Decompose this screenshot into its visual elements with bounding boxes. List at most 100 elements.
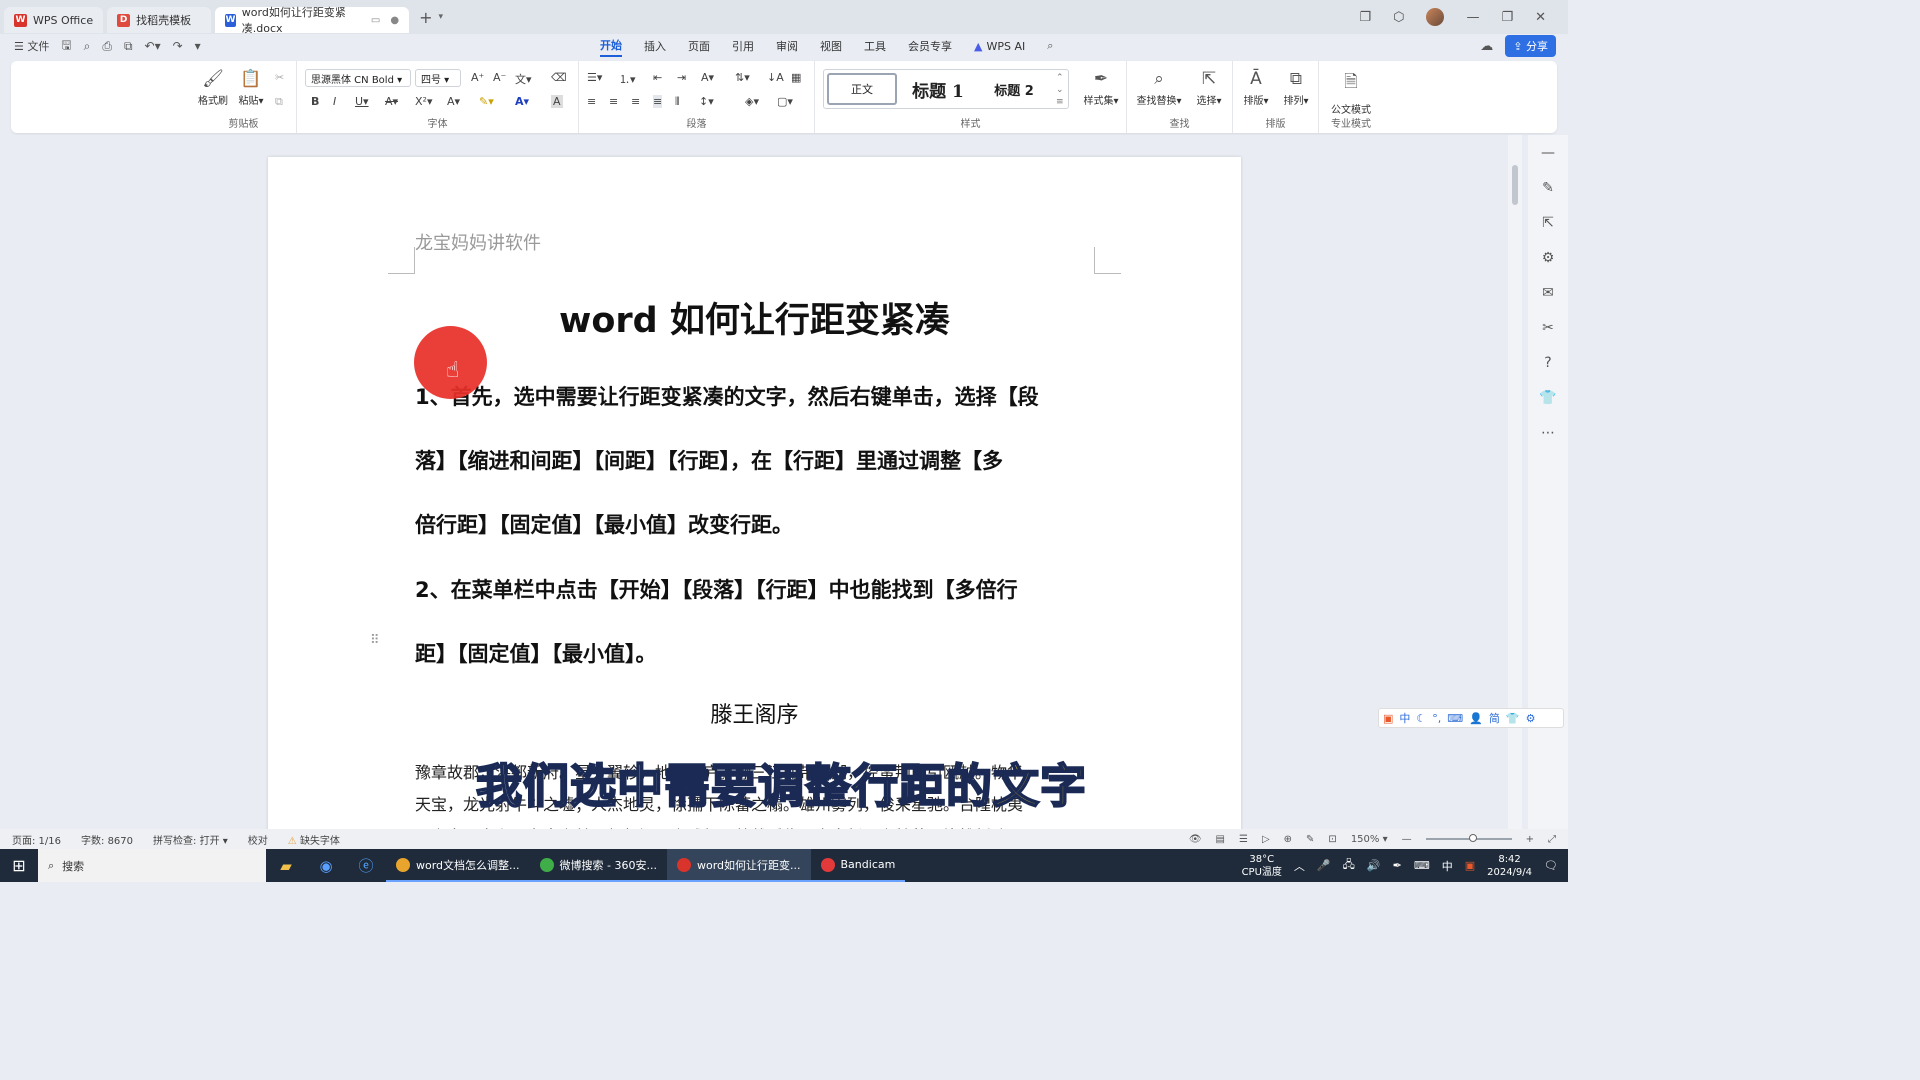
help-icon[interactable]: ? <box>1544 355 1551 371</box>
notification-icon[interactable]: 🗨 <box>1544 859 1558 872</box>
bold-icon[interactable]: B <box>311 95 319 108</box>
print-preview-icon[interactable]: ⧉ <box>124 39 133 54</box>
char-shading-icon[interactable]: A <box>551 95 563 108</box>
moon-icon[interactable]: ☾ <box>1416 712 1426 725</box>
collapse-icon[interactable]: — <box>1541 145 1555 161</box>
input-language[interactable]: 中 <box>1442 858 1453 874</box>
pen-icon[interactable]: ✎ <box>1542 180 1554 196</box>
spell-check-toggle[interactable]: 拼写检查: 打开 ▾ <box>153 832 228 847</box>
page-count[interactable]: 页面: 1/16 <box>12 832 61 847</box>
text-effect-icon[interactable]: A▾ <box>447 95 460 108</box>
style-scroll-icon[interactable]: ⌃ ⌄ ≡ <box>1056 72 1064 108</box>
bullet-list-icon[interactable]: ☰▾ <box>587 71 602 84</box>
page-header[interactable]: 龙宝妈妈讲软件 <box>415 229 541 255</box>
sort-az-icon[interactable]: ↓A <box>767 71 784 84</box>
play-icon[interactable]: ▷ <box>1262 834 1270 845</box>
align-center-icon[interactable]: ≡ <box>609 95 618 108</box>
text-direction-icon[interactable]: A▾ <box>701 71 714 84</box>
tab-member[interactable]: 会员专享 <box>908 36 952 56</box>
pen-tray-icon[interactable]: ✒ <box>1393 859 1402 872</box>
fit-page-icon[interactable]: ⊡ <box>1328 834 1336 845</box>
ime-simplified[interactable]: 简 <box>1489 710 1500 726</box>
wps-ai-button[interactable]: ▲ WPS AI <box>974 40 1025 53</box>
paste-button[interactable]: 📋 粘贴▾ <box>233 69 269 107</box>
tab-home[interactable]: 开始 <box>600 35 622 57</box>
find-replace-button[interactable]: ⌕ 查找替换▾ <box>1133 69 1185 107</box>
unsaved-dot-icon[interactable]: ● <box>390 15 399 26</box>
redo-icon[interactable]: ↷ <box>173 39 183 53</box>
borders-icon[interactable]: ▢▾ <box>777 95 793 108</box>
windows-start-icon[interactable]: ⊞ <box>0 856 38 875</box>
review-icon[interactable]: ✉ <box>1542 285 1554 301</box>
keyboard-icon[interactable]: ⌨ <box>1447 712 1463 725</box>
taskbar-app-browser[interactable]: word文档怎么调整... <box>386 849 530 882</box>
taskbar-search[interactable]: ⌕ 搜索 <box>38 849 266 882</box>
document-title[interactable]: word 如何让行距变紧凑 <box>268 292 1241 343</box>
justify-icon[interactable]: ≡ <box>653 95 663 108</box>
restore-icon[interactable]: ❐ <box>1501 10 1513 25</box>
browser-blue-icon[interactable]: ◉ <box>306 857 346 875</box>
quick-access-chevron-icon[interactable]: ▾ <box>195 39 201 53</box>
microphone-icon[interactable]: 🎤 <box>1317 859 1331 872</box>
file-explorer-icon[interactable]: ▰ <box>266 857 306 875</box>
italic-icon[interactable]: I <box>333 95 336 108</box>
page-view-icon[interactable]: ▤ <box>1216 834 1225 845</box>
window-layout-icon[interactable]: ❐ <box>1359 10 1371 25</box>
superscript-icon[interactable]: X²▾ <box>415 95 432 108</box>
strikethrough-icon[interactable]: A▾ <box>385 95 398 108</box>
tab-wps-office[interactable]: W WPS Office <box>4 7 104 33</box>
tab-insert[interactable]: 插入 <box>644 36 666 56</box>
numbered-list-icon[interactable]: ⒈▾ <box>619 71 636 87</box>
close-icon[interactable]: ✕ <box>1535 10 1546 25</box>
shading-icon[interactable]: ◈▾ <box>745 95 759 108</box>
word-count[interactable]: 字数: 8670 <box>81 832 133 847</box>
font-shrink-icon[interactable]: A⁻ <box>493 71 506 84</box>
tab-references[interactable]: 引用 <box>732 36 754 56</box>
copy-icon[interactable]: ⧉ <box>275 95 283 109</box>
zoom-slider-knob[interactable] <box>1468 834 1477 842</box>
select-button[interactable]: ⇱ 选择▾ <box>1189 69 1229 107</box>
scrollbar-thumb[interactable] <box>1512 165 1518 205</box>
line-spacing-icon[interactable]: ↕▾ <box>699 95 714 108</box>
zoom-level[interactable]: 150% ▾ <box>1351 834 1388 845</box>
font-size-select[interactable]: 四号 ▾ <box>415 69 461 87</box>
arrange-button[interactable]: ⧉ 排列▾ <box>1277 69 1315 107</box>
underline-icon[interactable]: U▾ <box>355 95 369 108</box>
font-name-select[interactable]: 思源黑体 CN Bold ▾ <box>305 69 411 87</box>
tab-page[interactable]: 页面 <box>688 36 710 56</box>
skin-icon[interactable]: 👕 <box>1506 712 1520 725</box>
ime-mode[interactable]: 中 <box>1399 710 1410 726</box>
align-right-icon[interactable]: ≡ <box>631 95 640 108</box>
save-icon[interactable]: 🖫 <box>61 36 71 57</box>
clear-format-icon[interactable]: ⌫ <box>551 71 567 84</box>
monitor-icon[interactable]: ▭ <box>371 15 380 26</box>
increase-indent-icon[interactable]: ⇥ <box>677 71 686 84</box>
format-painter-button[interactable]: 🖌 格式刷 <box>195 69 231 107</box>
distribute-icon[interactable]: ⫴ <box>675 95 680 109</box>
style-set-button[interactable]: ✒ 样式集▾ <box>1079 69 1123 107</box>
ie-browser-icon[interactable]: ⓔ <box>346 855 386 876</box>
decrease-indent-icon[interactable]: ⇤ <box>653 71 662 84</box>
select-pointer-icon[interactable]: ⇱ <box>1542 215 1554 231</box>
avatar[interactable] <box>1426 8 1445 26</box>
ime-settings-icon[interactable]: ⚙ <box>1526 712 1536 725</box>
write-icon[interactable]: ✎ <box>1306 834 1314 845</box>
sort-icon[interactable]: ⇅▾ <box>735 71 750 84</box>
minimize-icon[interactable]: — <box>1466 10 1479 25</box>
tab-tools[interactable]: 工具 <box>864 36 886 56</box>
undo-icon[interactable]: ↶▾ <box>145 39 161 53</box>
paragraph-2[interactable]: 2、在菜单栏中点击【开始】【段落】【行距】中也能找到【多倍行 距】【固定值】【最… <box>415 558 1105 686</box>
highlight-icon[interactable]: ✎▾ <box>479 95 494 108</box>
zoom-out-icon[interactable]: — <box>1402 834 1412 845</box>
font-grow-icon[interactable]: A⁺ <box>471 71 484 84</box>
file-menu-button[interactable]: ☰ 文件 <box>14 38 49 54</box>
share-button[interactable]: ⇪ 分享 <box>1505 35 1556 57</box>
punctuation-icon[interactable]: °, <box>1432 712 1441 725</box>
search-doc-icon[interactable]: ⌕ <box>84 39 91 54</box>
volume-icon[interactable]: 🔊 <box>1367 859 1381 872</box>
tray-chevron-icon[interactable]: ︿ <box>1294 858 1305 874</box>
taskbar-app-bandicam[interactable]: Bandicam <box>810 849 906 882</box>
search-icon[interactable]: ⌕ <box>1047 39 1053 53</box>
zoom-in-icon[interactable]: + <box>1526 834 1534 845</box>
tab-list-chevron-icon[interactable]: ▾ <box>439 12 444 22</box>
